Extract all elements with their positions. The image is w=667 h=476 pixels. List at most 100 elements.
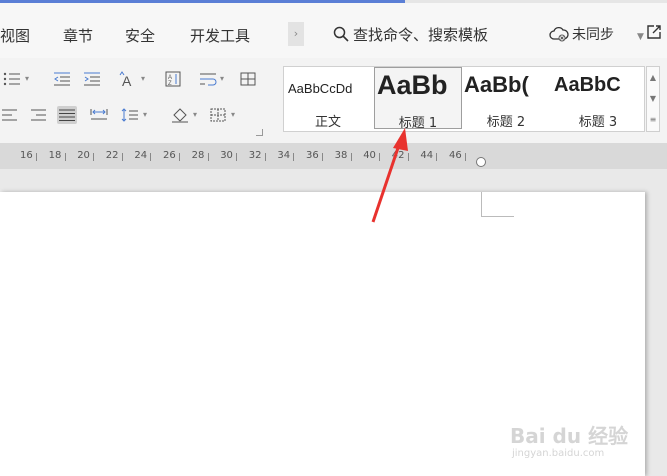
chevron-down-icon[interactable]: ▾ [25, 74, 29, 83]
chevron-down-icon[interactable]: ▾ [143, 110, 147, 119]
align-right-button[interactable] [28, 106, 48, 124]
tab-security[interactable]: 安全 [125, 25, 155, 46]
style-heading-3-name: 标题 3 [578, 115, 618, 129]
paint-bucket-icon [172, 108, 188, 123]
align-justify-icon [59, 109, 75, 121]
chevron-down-icon[interactable]: ▾ [231, 110, 235, 119]
style-gallery-scroll: ▲ ▼ ≡ [646, 66, 660, 132]
ruler-tick [436, 153, 438, 161]
chevron-down-icon: ▼ [637, 32, 644, 42]
ruler-tick [36, 153, 37, 161]
change-case-button[interactable]: A [118, 70, 138, 88]
search-label: 查找命令、搜索模板 [353, 26, 489, 44]
style-heading-1[interactable]: AaBb 标题 1 [374, 67, 462, 129]
page-margin-corner [481, 192, 514, 217]
decrease-indent-button[interactable] [52, 70, 72, 88]
line-wrap-button[interactable] [198, 70, 218, 88]
ruler-number: 34 [277, 150, 291, 161]
align-left-icon [2, 109, 17, 121]
more-tabs-button[interactable]: › [288, 22, 304, 46]
table-grid-icon [240, 72, 256, 86]
ruler-tick [207, 153, 209, 161]
ruler-number: 44 [420, 150, 434, 161]
style-heading-2[interactable]: AaBb( 标题 2 [462, 67, 550, 129]
sync-status[interactable]: 未同步 ▼ [549, 24, 644, 44]
style-normal-name: 正文 [314, 115, 341, 129]
watermark: Bai du 经验 jingyan.baidu.com [510, 420, 629, 459]
ruler-number: 26 [163, 150, 176, 161]
style-heading-2-name: 标题 2 [486, 115, 526, 129]
increase-indent-button[interactable] [82, 70, 102, 88]
align-right-icon [31, 109, 46, 121]
style-normal-preview: AaBbCcDd [288, 81, 353, 96]
style-heading-1-preview: AaBb [377, 70, 448, 100]
shading-button[interactable] [170, 106, 190, 124]
ruler-tick [322, 153, 323, 161]
ruler-tick [379, 153, 381, 161]
ruler-number: 24 [134, 150, 148, 161]
style-heading-2-preview: AaBb( [464, 72, 529, 97]
style-gallery: AaBbCcDd 正文 AaBb 标题 1 AaBb( 标题 2 AaBbC 标… [283, 66, 645, 132]
ruler-number: 42 [391, 150, 405, 161]
font-size-icon: A [119, 71, 132, 87]
ruler-number: 28 [191, 150, 205, 161]
chevron-down-icon[interactable]: ▾ [141, 74, 145, 83]
ruler-tick [293, 153, 295, 161]
line-spacing-icon [121, 108, 138, 122]
increase-indent-icon [84, 72, 100, 86]
decrease-indent-icon [54, 72, 70, 86]
scroll-up-icon[interactable]: ▲ [647, 67, 659, 88]
ruler-tick [150, 153, 152, 161]
ruler-number: 46 [449, 150, 462, 161]
ruler-number: 30 [220, 150, 233, 161]
distribute-button[interactable] [89, 106, 109, 124]
chevron-down-icon[interactable]: ▾ [193, 110, 197, 119]
ruler-number: 40 [363, 150, 376, 161]
watermark-url: jingyan.baidu.com [512, 448, 605, 459]
align-left-button[interactable] [0, 106, 20, 124]
ruler-tick [121, 153, 123, 161]
tab-view[interactable]: 视图 [0, 25, 30, 46]
sync-label: 未同步 [572, 27, 614, 43]
style-normal[interactable]: AaBbCcDd 正文 [284, 67, 372, 129]
ruler-tick [179, 153, 180, 161]
ruler-number: 22 [105, 150, 119, 161]
ruler-tick [236, 153, 238, 161]
table-insert-button[interactable] [238, 70, 258, 88]
sort-button[interactable]: A Z [163, 70, 183, 88]
ruler-tick [264, 153, 266, 161]
ruler-number: 20 [77, 150, 90, 161]
share-icon[interactable] [645, 23, 663, 41]
sort-az-icon: A Z [165, 71, 181, 87]
command-search[interactable]: 查找命令、搜索模板 [333, 24, 488, 45]
ribbon-toolbar: ▾ A ▾ A Z ▾ ▾ ▾ ▾ AaBbCcDd 正文 AaBb 标题 1 … [0, 58, 667, 143]
chevron-down-icon[interactable]: ▾ [220, 74, 224, 83]
ruler-number: 18 [48, 150, 62, 161]
style-heading-3-preview: AaBbC [554, 74, 621, 96]
expand-gallery-icon[interactable]: ≡ [647, 109, 659, 130]
cloud-sync-icon [549, 26, 569, 42]
tab-chapter[interactable]: 章节 [63, 25, 93, 46]
watermark-brand: Bai du 经验 [510, 424, 629, 448]
style-heading-1-name: 标题 1 [398, 116, 438, 129]
paragraph-settings-launcher[interactable] [256, 129, 263, 136]
ruler-tick [465, 153, 466, 161]
ruler-tick [350, 153, 352, 161]
line-spacing-button[interactable] [120, 106, 140, 124]
bullet-list-icon [3, 72, 20, 86]
ruler-number: 16 [20, 150, 33, 161]
border-button[interactable] [208, 106, 228, 124]
border-icon [210, 108, 226, 122]
tab-dev-tools[interactable]: 开发工具 [190, 25, 250, 46]
justify-button[interactable] [57, 106, 77, 124]
bullet-list-button[interactable] [2, 70, 22, 88]
indent-marker[interactable] [476, 157, 486, 167]
horizontal-ruler[interactable]: 16 18 20 22 24 26 28 30 32 34 36 38 40 42 44 46 [0, 143, 667, 169]
wrap-text-icon [200, 73, 217, 86]
ruler-number: 32 [248, 150, 262, 161]
ruler-tick [93, 153, 95, 161]
ruler-tick [407, 153, 409, 161]
style-heading-3[interactable]: AaBbC 标题 3 [552, 67, 644, 129]
scroll-down-icon[interactable]: ▼ [647, 88, 659, 109]
ruler-number: 36 [306, 150, 319, 161]
